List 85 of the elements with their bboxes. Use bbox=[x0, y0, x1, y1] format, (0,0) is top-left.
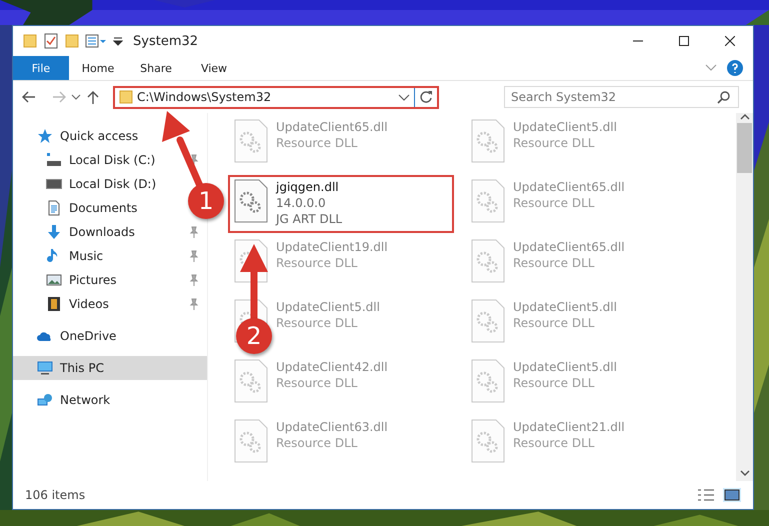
file-name: UpdateClient42.dll bbox=[276, 359, 388, 375]
checklist-icon[interactable] bbox=[43, 33, 59, 49]
pin-icon[interactable] bbox=[189, 298, 199, 310]
pin-icon[interactable] bbox=[189, 154, 199, 166]
file-detail: Resource DLL bbox=[276, 435, 358, 451]
file-detail: Resource DLL bbox=[513, 435, 596, 451]
file-detail: Resource DLL bbox=[276, 135, 358, 151]
file-detail: Resource DLL bbox=[513, 255, 596, 271]
dropdown-icon[interactable] bbox=[113, 35, 123, 47]
file-name: UpdateClient21.dll bbox=[513, 419, 625, 435]
dll-file-icon bbox=[234, 179, 268, 223]
help-icon[interactable] bbox=[727, 60, 743, 76]
close-icon bbox=[725, 36, 735, 46]
dll-file-icon bbox=[471, 239, 505, 283]
properties-icon[interactable] bbox=[85, 34, 107, 48]
back-icon[interactable] bbox=[21, 89, 37, 105]
dll-file-icon bbox=[471, 419, 505, 463]
sidebar-item[interactable]: Documents bbox=[13, 196, 146, 220]
sidebar-item[interactable]: OneDrive bbox=[13, 324, 124, 348]
star-icon bbox=[37, 128, 53, 144]
sidebar-item[interactable]: Quick access bbox=[13, 124, 146, 148]
monitor-icon bbox=[37, 360, 53, 376]
sidebar-item[interactable]: This PC bbox=[13, 356, 207, 380]
file-detail: Resource DLL bbox=[276, 315, 358, 331]
ribbon-tab[interactable]: View bbox=[185, 56, 243, 80]
scrollbar[interactable] bbox=[736, 113, 753, 481]
dll-file-icon bbox=[471, 119, 505, 163]
file-name: UpdateClient5.dll bbox=[513, 299, 617, 315]
file-name: UpdateClient65.dll bbox=[276, 119, 388, 135]
details-view-icon[interactable] bbox=[697, 488, 715, 502]
up-arrow-icon[interactable] bbox=[85, 89, 101, 105]
ribbon-tab[interactable]: Share bbox=[127, 56, 185, 80]
pin-icon[interactable] bbox=[189, 250, 199, 262]
dll-file-icon bbox=[234, 119, 268, 163]
film-icon bbox=[46, 296, 62, 312]
scroll-up-icon[interactable] bbox=[740, 113, 750, 121]
sidebar-item[interactable]: Network bbox=[13, 388, 118, 412]
search-icon bbox=[717, 90, 731, 104]
file-detail: Resource DLL bbox=[513, 375, 596, 391]
sidebar-item[interactable]: Downloads bbox=[13, 220, 207, 244]
file-name: UpdateClient5.dll bbox=[513, 119, 617, 135]
folder-icon bbox=[119, 90, 133, 104]
sidebar-item[interactable]: Pictures bbox=[13, 268, 207, 292]
file-name: UpdateClient19.dll bbox=[276, 239, 388, 255]
dll-file-icon bbox=[234, 419, 268, 463]
sidebar-item[interactable]: Videos bbox=[13, 292, 207, 316]
sidebar-item[interactable]: Local Disk (C:) bbox=[13, 148, 207, 172]
network-icon bbox=[37, 392, 53, 408]
dll-file-icon bbox=[234, 359, 268, 403]
scroll-down-icon[interactable] bbox=[740, 469, 750, 477]
drive-icon bbox=[46, 152, 62, 168]
drive-icon bbox=[46, 176, 62, 192]
address-bar[interactable]: C:\Windows\System32 bbox=[113, 86, 439, 108]
download-icon bbox=[46, 224, 62, 240]
picture-icon bbox=[46, 272, 62, 288]
search-field[interactable]: Search System32 bbox=[504, 86, 739, 108]
dll-file-icon bbox=[471, 179, 505, 223]
document-icon bbox=[46, 200, 62, 216]
maximize-icon bbox=[679, 36, 689, 46]
file-detail: 14.0.0.0 bbox=[276, 195, 327, 211]
file-detail: JG ART DLL bbox=[276, 211, 342, 227]
dll-file-icon bbox=[471, 359, 505, 403]
file-name: jgiqgen.dll bbox=[276, 179, 340, 195]
file-detail: Resource DLL bbox=[513, 135, 596, 151]
sidebar-item[interactable]: Music bbox=[13, 244, 207, 268]
sidebar-item[interactable]: Local Disk (D:) bbox=[13, 172, 164, 196]
file-name: UpdateClient63.dll bbox=[276, 419, 388, 435]
file-name: UpdateClient5.dll bbox=[276, 299, 380, 315]
ribbon-tab[interactable]: Home bbox=[69, 56, 127, 80]
file-name: UpdateClient65.dll bbox=[513, 179, 625, 195]
file-menu-tab[interactable]: File bbox=[13, 56, 69, 80]
scrollbar-thumb[interactable] bbox=[737, 123, 752, 173]
file-detail: Resource DLL bbox=[513, 315, 596, 331]
pin-icon[interactable] bbox=[189, 226, 199, 238]
large-icons-view-icon[interactable] bbox=[723, 488, 741, 502]
file-name: UpdateClient5.dll bbox=[513, 359, 617, 375]
file-detail: Resource DLL bbox=[513, 195, 596, 211]
dll-file-icon bbox=[471, 299, 505, 343]
window-title: System32 bbox=[133, 34, 198, 48]
file-detail: Resource DLL bbox=[276, 255, 358, 271]
pin-icon[interactable] bbox=[189, 274, 199, 286]
file-detail: Resource DLL bbox=[276, 375, 358, 391]
item-count: 106 items bbox=[25, 488, 86, 502]
highlight-frame[interactable]: jgiqgen.dll 14.0.0.0 JG ART DLL bbox=[228, 175, 454, 233]
file-name: UpdateClient65.dll bbox=[513, 239, 625, 255]
